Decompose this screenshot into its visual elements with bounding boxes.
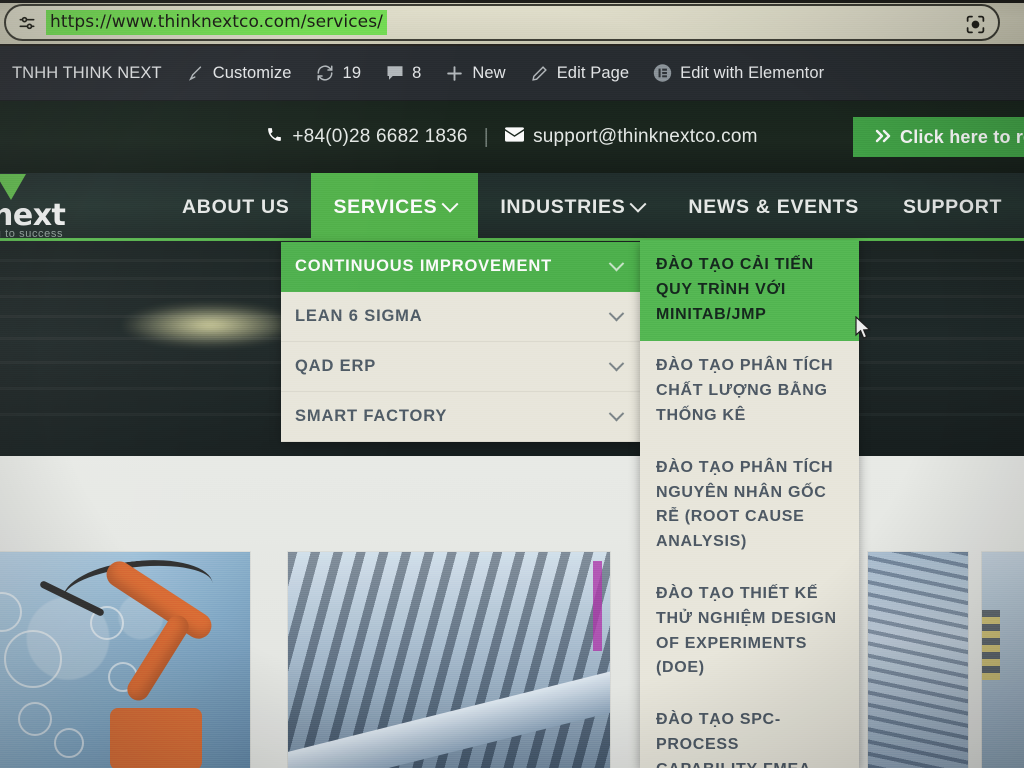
services-dropdown: CONTINUOUS IMPROVEMENT LEAN 6 SIGMA QAD … [281,242,640,442]
dropdown-item-smart-factory[interactable]: SMART FACTORY [281,392,640,442]
list-item[interactable] [0,552,250,768]
continuous-improvement-submenu: ĐÀO TẠO CẢI TIẾN QUY TRÌNH VỚI MINITAB/J… [640,240,859,768]
chevron-down-icon [608,405,625,422]
dropdown-item-qad-erp[interactable]: QAD ERP [281,342,640,392]
email-link[interactable]: support@thinknextco.com [505,126,758,148]
dropdown-item-continuous-improvement[interactable]: CONTINUOUS IMPROVEMENT [281,242,640,292]
admin-bar-customize[interactable]: Customize [174,64,304,83]
nav-label: SUPPORT [902,195,1003,218]
phone-link[interactable]: +84(0)28 6682 1836 [266,126,467,149]
dropdown-item-lean-6-sigma[interactable]: LEAN 6 SIGMA [281,292,640,342]
chevron-down-icon [608,355,625,372]
phone-number: +84(0)28 6682 1836 [292,126,468,147]
admin-bar-site-name[interactable]: TNHH THINK NEXT [0,64,174,83]
industrial-robot-arm-iot-image [0,552,250,768]
nav-label: NEWS & EVENTS [688,195,859,218]
revisions-icon [316,64,335,83]
google-lens-icon[interactable] [965,14,986,35]
submenu-item-spc-process-capability-fmea[interactable]: ĐÀO TẠO SPC-PROCESS CAPABILITY-FMEA [640,695,859,768]
url-text[interactable]: https://www.thinknextco.com/services/ [46,10,387,35]
list-item[interactable] [868,552,968,768]
chevron-down-icon [608,305,625,322]
industrial-plant-interior-image [868,552,968,768]
mechanical-equipment-image [982,552,1024,768]
list-item[interactable] [982,552,1024,768]
nav-item-industries[interactable]: INDUSTRIES [478,173,666,241]
factory-assembly-line-image [288,552,610,768]
nav-label: SERVICES [333,195,438,218]
nav-item-services[interactable]: SERVICES [311,173,479,241]
revision-count: 19 [342,63,362,82]
paintbrush-icon [186,64,205,83]
site-logo[interactable]: next ng to success [0,174,82,240]
request-quote-label: Click here to requ [900,126,1024,147]
double-chevron-right-icon [875,127,891,148]
dropdown-item-label: CONTINUOUS IMPROVEMENT [295,257,553,275]
browser-toolbar: https://www.thinknextco.com/services/ [0,0,1024,46]
list-item[interactable] [288,552,610,768]
pencil-icon [530,64,549,83]
topbar-separator: | [483,125,490,148]
chevron-down-icon [608,255,625,272]
edit-page-label: Edit Page [556,63,630,82]
comment-bubble-icon [385,64,404,83]
customize-label: Customize [212,63,292,82]
admin-bar-comments[interactable]: 8 [373,64,433,83]
site-name-label: TNHH THINK NEXT [12,63,162,82]
admin-bar-new[interactable]: New [433,64,517,83]
dropdown-item-label: QAD ERP [295,357,377,375]
edit-with-elementor-label: Edit with Elementor [680,63,825,82]
submenu-item-statistical-quality-analysis[interactable]: ĐÀO TẠO PHÂN TÍCH CHẤT LƯỢNG BẰNG THỐNG … [640,341,859,442]
new-label: New [472,63,506,82]
admin-bar-edit-page[interactable]: Edit Page [518,64,641,83]
browser-screenshot: +84(0)28 6682 1836 | support@thinknextco… [0,0,1024,768]
submenu-item-root-cause-analysis[interactable]: ĐÀO TẠO PHÂN TÍCH NGUYÊN NHÂN GỐC RỄ (RO… [640,443,859,569]
admin-bar-edit-with-elementor[interactable]: Edit with Elementor [641,64,836,83]
nav-label: INDUSTRIES [500,195,626,218]
submenu-item-minitab-jmp[interactable]: ĐÀO TẠO CẢI TIẾN QUY TRÌNH VỚI MINITAB/J… [640,240,859,342]
leaf-mark-icon [0,174,26,200]
request-quote-button[interactable]: Click here to requ [853,117,1024,157]
nav-menu: ABOUT US SERVICES INDUSTRIES NEWS & EVEN… [160,173,1024,241]
nav-item-support[interactable]: SUPPORT [881,173,1024,241]
tune-icon[interactable] [16,12,38,34]
logo-tagline: ng to success [0,228,64,240]
comment-count: 8 [412,63,422,82]
email-address: support@thinknextco.com [533,126,758,147]
submenu-item-design-of-experiments[interactable]: ĐÀO TẠO THIẾT KẾ THỬ NGHIỆM DESIGN OF EX… [640,569,859,695]
chevron-down-icon [629,195,647,213]
dropdown-item-label: LEAN 6 SIGMA [295,307,423,325]
mouse-pointer-icon [855,315,873,342]
admin-bar-revisions[interactable]: 19 [304,64,374,83]
nav-label: ABOUT US [182,195,290,218]
nav-item-about-us[interactable]: ABOUT US [160,173,311,241]
address-bar[interactable]: https://www.thinknextco.com/services/ [4,4,1000,41]
phone-icon [266,126,283,149]
dropdown-item-label: SMART FACTORY [295,407,448,425]
chevron-down-icon [441,195,459,213]
plus-icon [445,64,464,83]
elementor-icon [653,64,672,83]
nav-item-news-events[interactable]: NEWS & EVENTS [666,173,881,241]
envelope-icon [505,126,525,148]
wordpress-admin-bar: TNHH THINK NEXT Customize 19 8 New Edit … [0,46,1024,101]
